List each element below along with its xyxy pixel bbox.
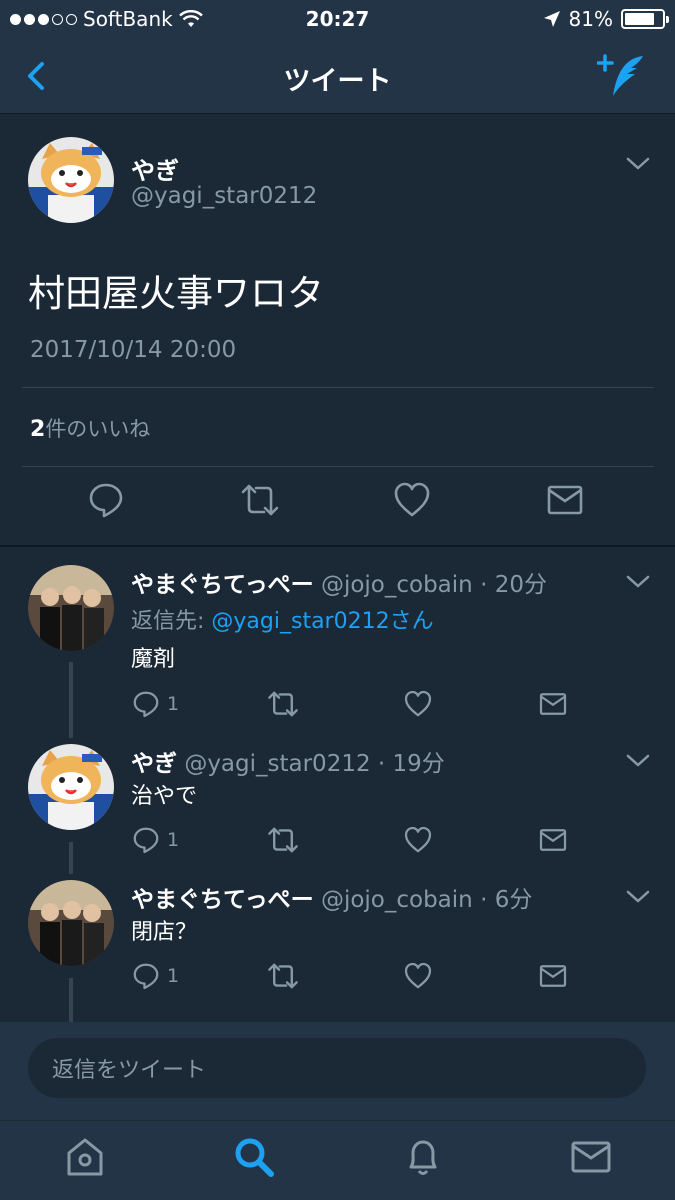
avatar[interactable] — [28, 137, 114, 223]
chevron-down-icon[interactable] — [625, 888, 651, 906]
section-separator — [0, 545, 675, 547]
reply-button[interactable]: 1 — [131, 959, 179, 993]
status-right: 81% — [543, 7, 669, 31]
search-icon[interactable] — [232, 1135, 276, 1179]
reply-tweet[interactable]: やまぐちてっぺー @jojo_cobain · 6分 閉店？ 1 — [0, 880, 675, 1010]
dm-button[interactable] — [538, 823, 568, 857]
likes-label: 件のいいね — [45, 417, 151, 441]
author-name[interactable]: やぎ — [131, 151, 179, 186]
location-arrow-icon — [543, 11, 560, 27]
reply-input[interactable]: 返信をツイート — [28, 1038, 646, 1098]
compose-tweet-icon[interactable] — [597, 52, 649, 100]
thread-line — [69, 662, 73, 738]
reply-header: やまぐちてっぺー @jojo_cobain · 6分 — [131, 880, 532, 914]
heart-icon — [404, 826, 432, 853]
divider — [22, 466, 654, 467]
page-title: ツイート — [283, 66, 392, 97]
heart-icon — [404, 690, 432, 717]
reply-header: やまぐちてっぺー @jojo_cobain · 20分 — [131, 565, 547, 599]
meta-separator — [371, 751, 378, 777]
reply-header: やぎ @yagi_star0212 · 19分 — [131, 744, 445, 778]
author-name[interactable]: やぎ — [131, 751, 177, 777]
reply-count: 1 — [167, 965, 180, 987]
bell-icon[interactable] — [401, 1135, 445, 1179]
meta-separator — [487, 572, 494, 598]
reply-count: 1 — [167, 829, 180, 851]
dm-button[interactable] — [538, 959, 568, 993]
reply-count: 1 — [167, 693, 180, 715]
author-handle[interactable]: @yagi_star0212 — [184, 751, 370, 777]
retweet-icon — [268, 691, 298, 717]
tweet-text: 村田屋火事ワロタ — [28, 272, 324, 315]
thread-line — [69, 978, 73, 1022]
reply-to-line: 返信先: @yagi_star0212さん — [131, 603, 434, 635]
mention-link[interactable]: @yagi_star0212さん — [211, 609, 433, 634]
meta-separator — [473, 572, 480, 598]
reply-icon — [133, 827, 159, 854]
envelope-icon — [539, 965, 567, 987]
like-button[interactable] — [403, 959, 433, 993]
retweet-icon — [268, 963, 298, 989]
reply-to-label: 返信先: — [131, 609, 212, 634]
chevron-down-icon[interactable] — [625, 573, 651, 591]
reply-time: 6分 — [494, 887, 533, 913]
retweet-icon — [268, 827, 298, 853]
main-tweet: やぎ @yagi_star0212 村田屋火事ワロタ 2017/10/14 20… — [0, 115, 675, 545]
reply-text: 魔剤 — [131, 647, 176, 672]
envelope-icon — [539, 693, 567, 715]
avatar[interactable] — [28, 565, 114, 651]
chevron-down-icon[interactable] — [625, 752, 651, 770]
envelope-icon[interactable] — [545, 480, 585, 520]
author-name[interactable]: やまぐちてっぺー — [131, 572, 314, 598]
author-name[interactable]: やまぐちてっぺー — [131, 887, 314, 913]
retweet-icon[interactable] — [240, 480, 280, 520]
reply-button[interactable]: 1 — [131, 687, 179, 721]
retweet-button[interactable] — [267, 959, 299, 993]
home-icon[interactable] — [63, 1135, 107, 1179]
author-handle[interactable]: @jojo_cobain — [321, 887, 473, 913]
meta-separator — [473, 887, 480, 913]
meta-separator — [487, 887, 494, 913]
likes-summary[interactable]: 2件のいいね — [30, 413, 150, 443]
heart-icon[interactable] — [392, 480, 432, 520]
tab-bar — [0, 1120, 675, 1200]
reply-tweet[interactable]: やまぐちてっぺー @jojo_cobain · 20分 返信先: @yagi_s… — [0, 565, 675, 730]
battery-icon — [621, 9, 669, 29]
reply-icon — [133, 963, 159, 990]
reply-icon — [133, 691, 159, 718]
retweet-button[interactable] — [267, 823, 299, 857]
navigation-bar: ツイート — [0, 38, 675, 114]
retweet-button[interactable] — [267, 687, 299, 721]
avatar[interactable] — [28, 880, 114, 966]
reply-composer-bar: 返信をツイート — [0, 1022, 675, 1120]
reply-text: 治やで — [131, 784, 198, 809]
tweet-date: 2017/10/14 20:00 — [30, 337, 237, 363]
tweet-actions — [0, 480, 675, 530]
status-bar: SoftBank 20:27 81% — [0, 0, 675, 38]
envelope-icon — [539, 829, 567, 851]
author-handle[interactable]: @jojo_cobain — [321, 572, 473, 598]
dm-button[interactable] — [538, 687, 568, 721]
avatar[interactable] — [28, 744, 114, 830]
reply-icon[interactable] — [86, 480, 126, 520]
likes-count: 2 — [30, 417, 46, 442]
reply-actions: 1 — [131, 823, 591, 857]
reply-text: 閉店？ — [131, 920, 198, 945]
reply-time: 20分 — [494, 572, 547, 598]
divider — [22, 387, 654, 388]
like-button[interactable] — [403, 687, 433, 721]
heart-icon — [404, 962, 432, 989]
thread-line — [69, 842, 73, 874]
reply-actions: 1 — [131, 959, 591, 993]
reply-actions: 1 — [131, 687, 591, 721]
like-button[interactable] — [403, 823, 433, 857]
meta-separator — [385, 751, 392, 777]
reply-tweet[interactable]: やぎ @yagi_star0212 · 19分 治やで 1 — [0, 744, 675, 874]
reply-button[interactable]: 1 — [131, 823, 179, 857]
envelope-icon[interactable] — [569, 1135, 613, 1179]
reply-time: 19分 — [392, 751, 445, 777]
author-handle[interactable]: @yagi_star0212 — [131, 183, 317, 209]
battery-percent: 81% — [568, 7, 613, 31]
chevron-down-icon[interactable] — [625, 155, 651, 173]
